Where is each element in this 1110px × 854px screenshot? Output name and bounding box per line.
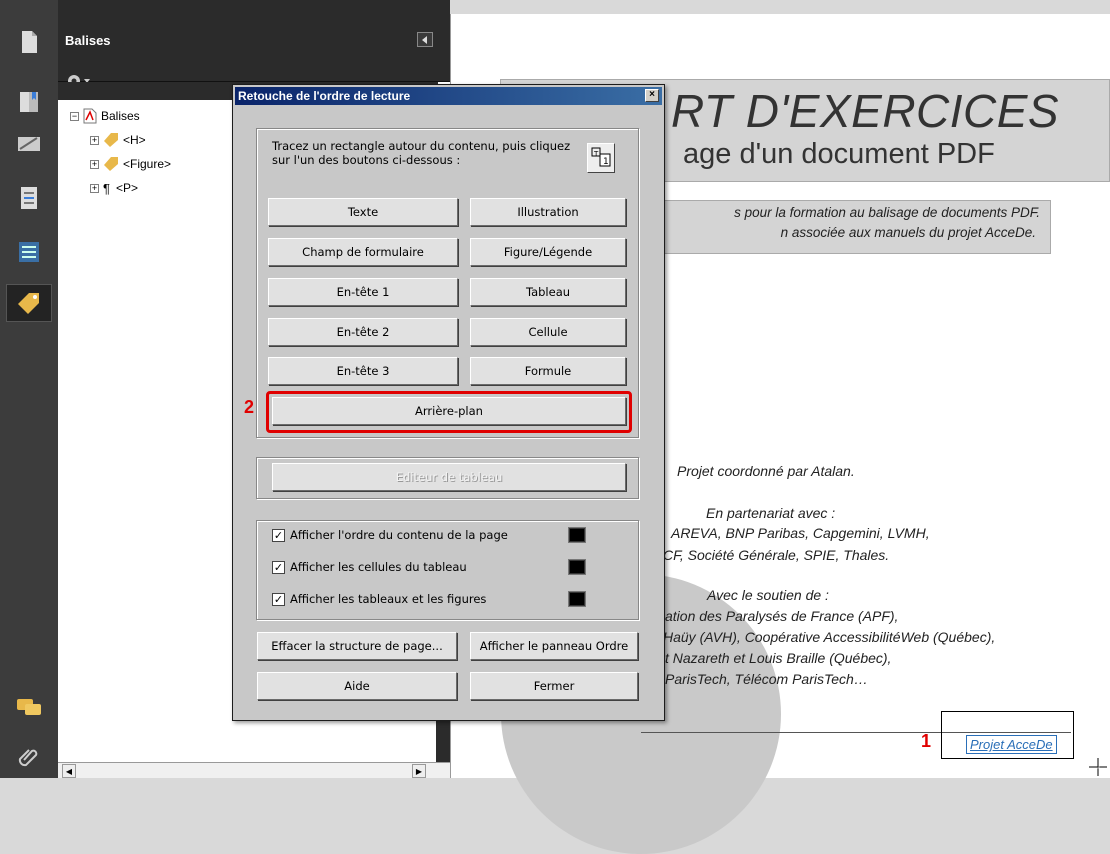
show-page-order-checkbox[interactable]: ✓ Afficher l'ordre du contenu de la page [272,528,508,542]
comments-icon[interactable] [13,692,45,724]
support-line: t Nazareth et Louis Braille (Québec), [665,650,892,666]
checkbox-label: Afficher les cellules du tableau [290,560,467,574]
scroll-left-arrow[interactable]: ◀ [62,764,76,778]
step-marker-2: 2 [244,397,255,417]
expand-toggle[interactable]: + [90,159,99,169]
tag-icon [104,133,118,147]
checkbox-box[interactable]: ✓ [272,528,285,542]
help-button[interactable]: Aide [257,672,457,700]
collapse-toggle[interactable]: − [70,111,79,121]
step-marker-1: 1 [921,731,932,751]
draw-rectangle-icon: T1 [591,147,611,167]
partners-line: AREVA, BNP Paribas, Capgemini, LVMH, [671,525,930,541]
paragraph-icon: ¶ [103,180,110,196]
panel-horizontal-scrollbar[interactable]: ◀ ▶ [58,762,450,778]
panel-header: Balises [58,0,450,87]
dialog-titlebar[interactable]: Retouche de l'ordre de lecture × [235,87,662,105]
tree-root-label: Balises [101,109,140,123]
heading-2-button[interactable]: En-tête 2 [268,318,458,346]
show-order-panel-button[interactable]: Afficher le panneau Ordre [470,632,638,660]
checkbox-label: Afficher les tableaux et les figures [290,592,487,606]
heading-3-button[interactable]: En-tête 3 [268,357,458,385]
tree-root[interactable]: − Balises [70,107,140,125]
tags-icon[interactable] [6,284,52,322]
tag-icon [104,157,118,171]
tree-node-label: <P> [115,181,139,195]
heading-1-button[interactable]: En-tête 1 [268,278,458,306]
table-editor-button: Editeur de tableau [272,463,626,491]
checkbox-box[interactable]: ✓ [272,592,285,606]
formula-button[interactable]: Formule [470,357,626,385]
figure-caption-button[interactable]: Figure/Légende [470,238,626,266]
layers-icon[interactable] [13,182,45,214]
intro-line: s pour la formation au balisage de docum… [734,205,1040,220]
draw-rectangle-button[interactable]: T1 [587,143,615,173]
illustration-button[interactable]: Illustration [470,198,626,226]
checkbox-box[interactable]: ✓ [272,560,285,574]
support-heading: Avec le soutien de : [707,587,829,603]
signatures-icon[interactable] [13,128,45,160]
crosshair-cursor-icon [1089,758,1108,777]
tree-node-figure[interactable]: + <Figure> [90,155,171,173]
instructions-text: Tracez un rectangle autour du contenu, p… [272,139,571,167]
dialog-title: Retouche de l'ordre de lecture [238,89,411,103]
table-button[interactable]: Tableau [470,278,626,306]
panel-title: Balises [65,33,111,48]
support-line: ation des Paralysés de France (APF), [665,608,899,624]
expand-toggle[interactable]: + [90,183,99,193]
document-title: RT D'EXERCICES [671,85,1060,137]
highlight-box [266,391,632,433]
show-table-cells-checkbox[interactable]: ✓ Afficher les cellules du tableau [272,560,467,574]
bookmarks-icon[interactable] [13,86,45,118]
coordinator-text: Projet coordonné par Atalan. [677,463,855,479]
collapse-panel-button[interactable] [417,32,433,47]
tree-node-h[interactable]: + <H> [90,131,146,149]
pdf-document-icon [83,108,97,124]
attachments-icon[interactable] [13,742,45,774]
cell-button[interactable]: Cellule [470,318,626,346]
support-line: Haüy (AVH), Coopérative AccessibilitéWeb… [663,629,996,645]
show-tables-figures-checkbox[interactable]: ✓ Afficher les tableaux et les figures [272,592,486,606]
intro-line: n associée aux manuels du projet AcceDe. [780,225,1036,240]
content-icon[interactable] [13,236,45,268]
pages-icon[interactable] [13,26,45,58]
document-subtitle: age d'un document PDF [683,138,995,170]
color-swatch[interactable] [568,559,586,575]
support-line: ParisTech, Télécom ParisTech… [665,671,868,687]
clear-page-structure-button[interactable]: Effacer la structure de page... [257,632,457,660]
texte-button[interactable]: Texte [268,198,458,226]
tree-node-label: <H> [123,133,146,147]
svg-text:1: 1 [603,157,609,167]
footer-text[interactable]: Projet AcceDe [966,735,1057,754]
tree-node-p[interactable]: + ¶ <P> [90,179,138,197]
partners-line: CF, Société Générale, SPIE, Thales. [663,547,890,563]
navigation-rail [0,0,58,778]
form-field-button[interactable]: Champ de formulaire [268,238,458,266]
color-swatch[interactable] [568,527,586,543]
tree-node-label: <Figure> [123,157,172,171]
scroll-right-arrow[interactable]: ▶ [412,764,426,778]
partners-heading: En partenariat avec : [706,505,836,521]
expand-toggle[interactable]: + [90,135,99,145]
checkbox-label: Afficher l'ordre du contenu de la page [290,528,508,542]
intro-block: s pour la formation au balisage de docum… [641,200,1051,254]
close-dialog-button[interactable]: Fermer [470,672,638,700]
color-swatch[interactable] [568,591,586,607]
svg-text:T: T [593,150,599,158]
close-button[interactable]: × [645,89,659,102]
